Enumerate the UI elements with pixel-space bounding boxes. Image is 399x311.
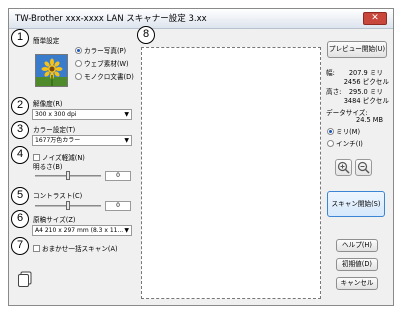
marker-8: 8 [137, 26, 155, 44]
mode-web-label: ウェブ素材(W) [84, 60, 129, 68]
preview-start-button[interactable]: プレビュー開始(U) [327, 41, 387, 58]
resolution-value: 300 x 300 dpi [35, 111, 77, 118]
chevron-down-icon: ▼ [124, 227, 129, 234]
unit-inch-radio[interactable]: インチ(I) [327, 138, 363, 148]
marker-2: 2 [11, 97, 29, 115]
color-value: 1677万色カラー [35, 137, 81, 144]
mode-web[interactable]: ウェブ素材(W) [75, 58, 129, 68]
mode-color-photo[interactable]: カラー写真(P) [75, 45, 126, 55]
title-bar: TW-Brother xxx-xxxx LAN スキャナー設定 3.xx ✕ [9, 9, 393, 29]
checkbox-box [33, 245, 40, 252]
zoom-in-button[interactable] [335, 159, 352, 176]
mode-monochrome[interactable]: モノクロ文書(D) [75, 71, 134, 81]
width-label: 幅: [326, 69, 335, 77]
window-title: TW-Brother xxx-xxxx LAN スキャナー設定 3.xx [15, 14, 207, 24]
marker-4: 4 [11, 146, 29, 164]
zoom-in-icon [337, 161, 350, 174]
slider-thumb[interactable] [66, 201, 70, 210]
marker-5: 5 [11, 187, 29, 205]
auto-crop-label: おまかせ一括スキャン(A) [42, 245, 118, 253]
checkbox-box [33, 154, 40, 161]
marker-3: 3 [11, 121, 29, 139]
unit-mm-radio[interactable]: ミリ(M) [327, 126, 360, 136]
zoom-out-button[interactable] [355, 159, 372, 176]
contrast-value[interactable]: 0 [105, 201, 131, 211]
height-label: 高さ: [326, 88, 342, 96]
document-size-select[interactable]: A4 210 x 297 mm (8.3 x 11... ▼ [32, 225, 132, 236]
resolution-select[interactable]: 300 x 300 dpi ▼ [32, 109, 132, 120]
mode-color-photo-label: カラー写真(P) [84, 47, 127, 55]
slider-thumb[interactable] [66, 171, 70, 180]
brightness-label: 明るさ(B) [33, 163, 63, 171]
resolution-label: 解像度(R) [33, 100, 63, 108]
radio-on [75, 47, 82, 54]
mode-monochrome-label: モノクロ文書(D) [84, 73, 134, 81]
contrast-slider[interactable] [35, 201, 101, 211]
color-photo-icon [35, 54, 68, 87]
marker-6: 6 [11, 210, 29, 228]
height-px-value: 3484 ピクセル [343, 97, 389, 105]
data-size-value: 24.5 MB [356, 116, 383, 124]
marker-7: 7 [11, 237, 29, 255]
preview-area[interactable] [141, 47, 321, 299]
color-select[interactable]: 1677万色カラー ▼ [32, 135, 132, 146]
chevron-down-icon: ▼ [124, 111, 129, 118]
defaults-button[interactable]: 初期値(D) [336, 258, 378, 271]
unit-mm-label: ミリ(M) [336, 128, 361, 136]
document-size-label: 原稿サイズ(Z) [33, 216, 76, 224]
unit-inch-label: インチ(I) [336, 140, 363, 148]
pages-icon[interactable] [17, 271, 33, 287]
close-icon: ✕ [371, 13, 379, 23]
radio-off [75, 60, 82, 67]
close-button[interactable]: ✕ [363, 12, 387, 25]
contrast-label: コントラスト(C) [33, 192, 83, 200]
help-button[interactable]: ヘルプ(H) [336, 239, 378, 252]
scan-start-button[interactable]: スキャン開始(S) [327, 191, 385, 217]
brightness-value[interactable]: 0 [105, 171, 131, 181]
cancel-button[interactable]: キャンセル [336, 277, 378, 290]
document-size-value: A4 210 x 297 mm (8.3 x 11... [35, 227, 124, 234]
brightness-slider[interactable] [35, 171, 101, 181]
radio-off [75, 73, 82, 80]
scanner-settings-window: TW-Brother xxx-xxxx LAN スキャナー設定 3.xx ✕ 1… [8, 8, 394, 306]
auto-crop-checkbox[interactable]: おまかせ一括スキャン(A) [33, 243, 118, 253]
color-setting-label: カラー設定(T) [33, 126, 76, 134]
radio-on [327, 128, 334, 135]
width-px-value: 2456 ピクセル [343, 78, 389, 86]
zoom-out-icon [357, 161, 370, 174]
easy-settings-label: 簡単設定 [33, 37, 60, 45]
radio-off [327, 140, 334, 147]
chevron-down-icon: ▼ [124, 137, 129, 144]
marker-1: 1 [11, 29, 29, 47]
